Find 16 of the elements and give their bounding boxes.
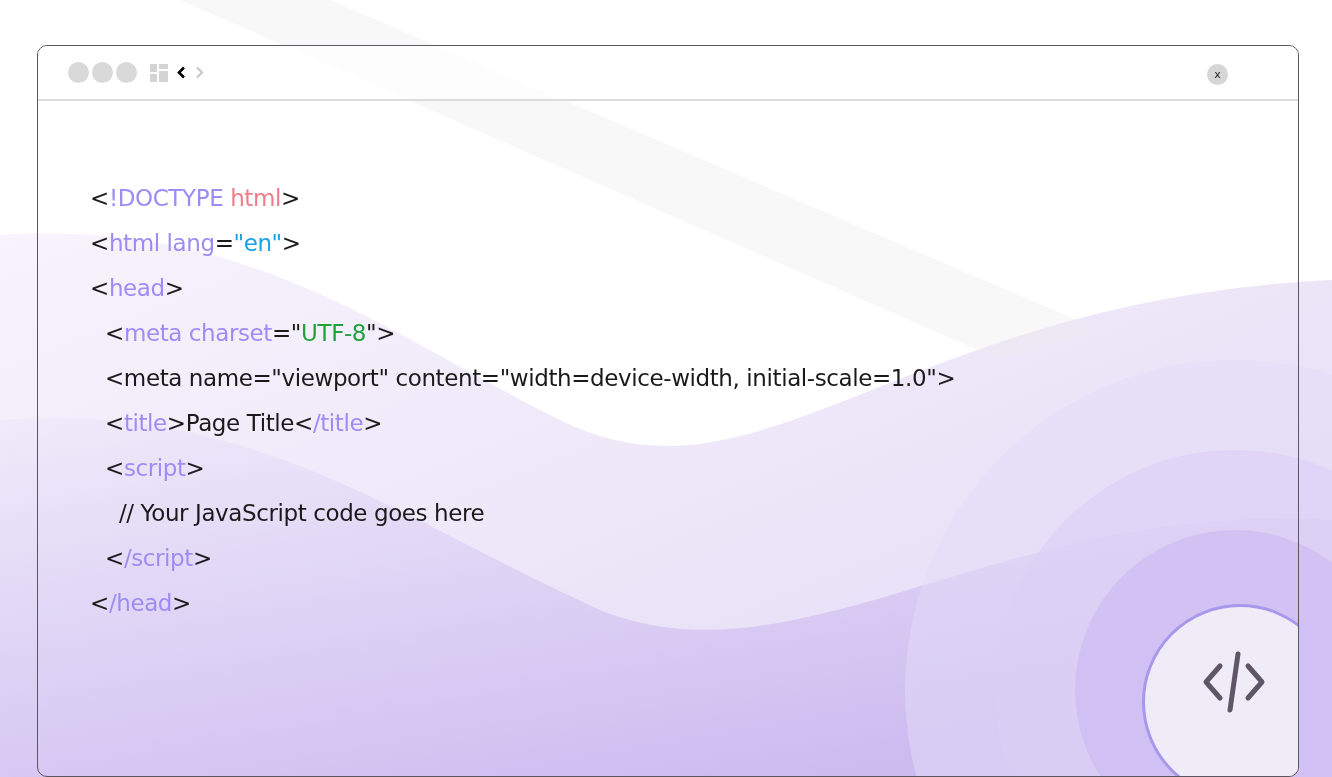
window-dot-icon[interactable] — [68, 62, 89, 83]
code-line: </script> — [104, 544, 213, 573]
code-icon — [1202, 651, 1266, 713]
code-line: // Your JavaScript code goes here — [118, 499, 486, 528]
window-dot-icon[interactable] — [116, 62, 137, 83]
code-line: <meta charset="UTF-8"> — [104, 319, 397, 348]
grid-icon[interactable] — [150, 63, 168, 82]
code-line: <head> — [90, 274, 185, 303]
code-line: </head> — [90, 589, 192, 618]
code-line: <html lang="en"> — [90, 229, 302, 258]
window-dot-icon[interactable] — [92, 62, 113, 83]
close-button[interactable]: x — [1207, 64, 1228, 85]
code-line: <!DOCTYPE html> — [90, 184, 301, 213]
code-line: <meta name="viewport" content="width=device-width, initial-scale=1.0"> — [104, 364, 957, 393]
code-line: <script> — [104, 454, 206, 483]
code-line: <title>Page Title</title> — [104, 409, 384, 438]
